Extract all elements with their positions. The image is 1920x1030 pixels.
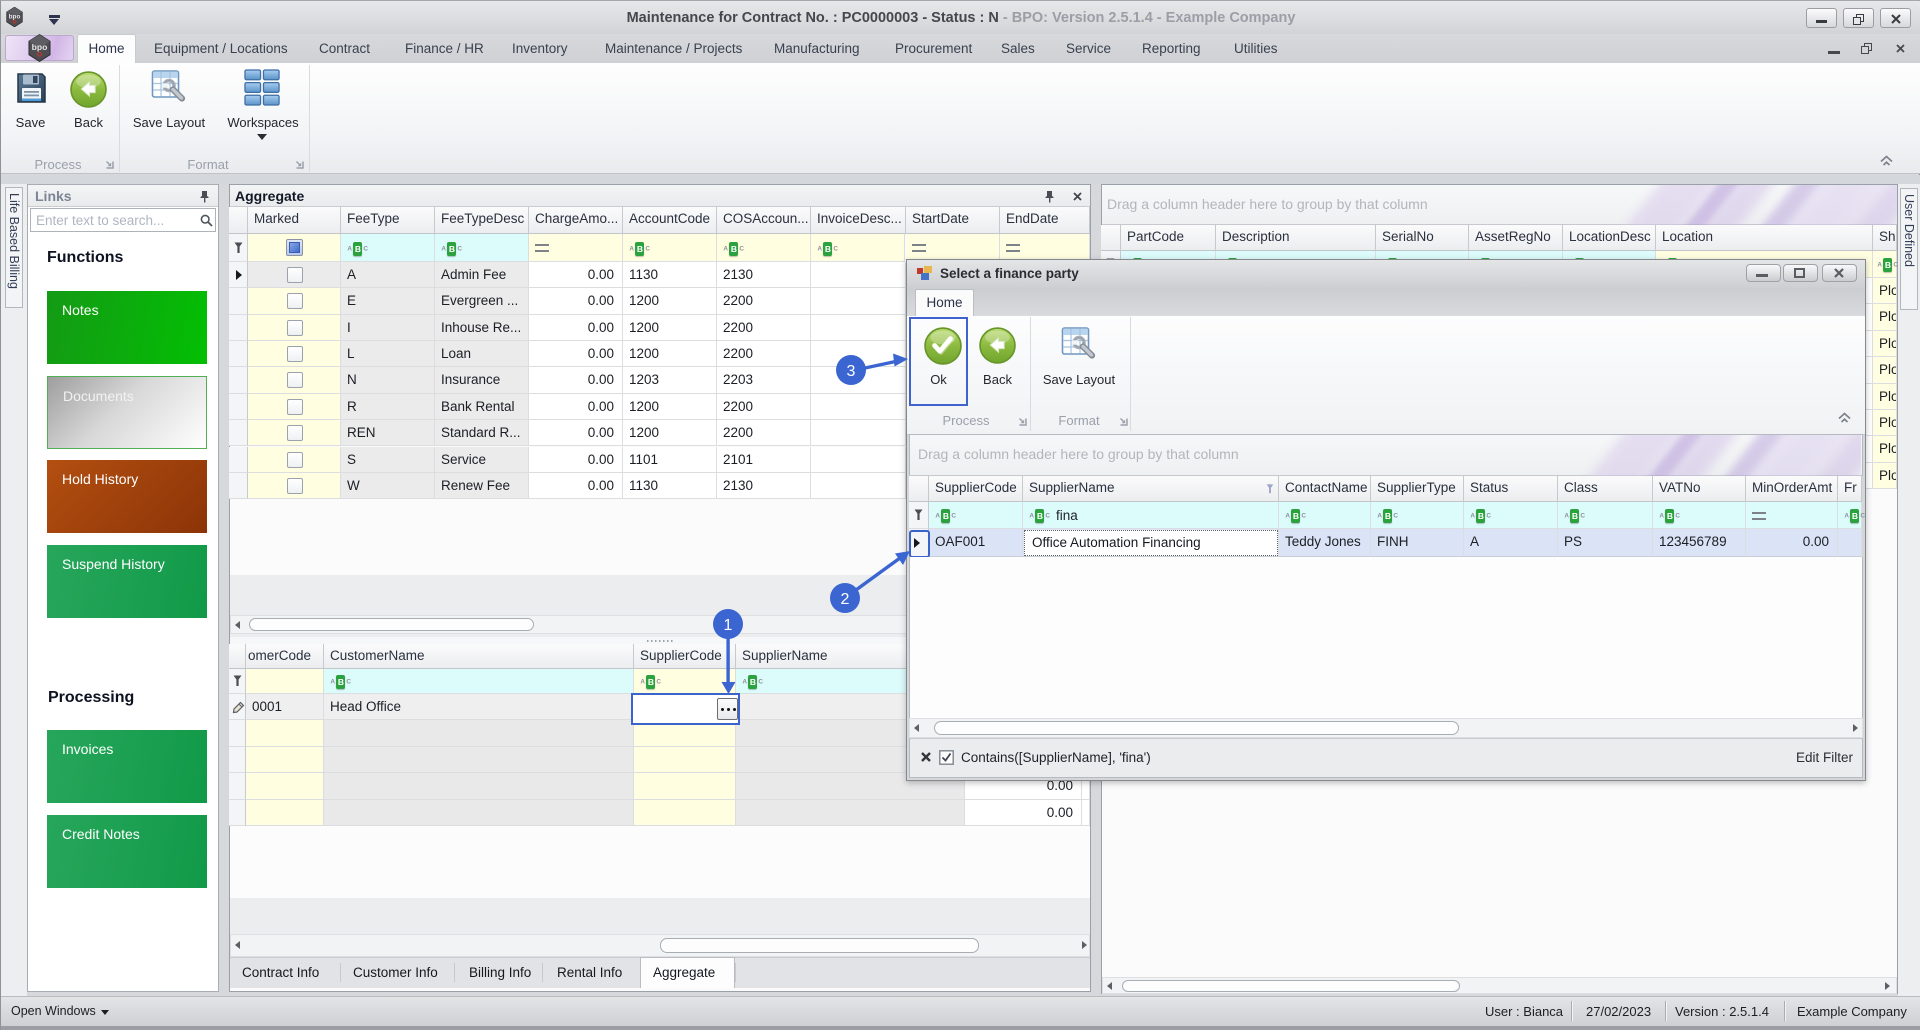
- svg-text:bpo: bpo: [32, 42, 48, 52]
